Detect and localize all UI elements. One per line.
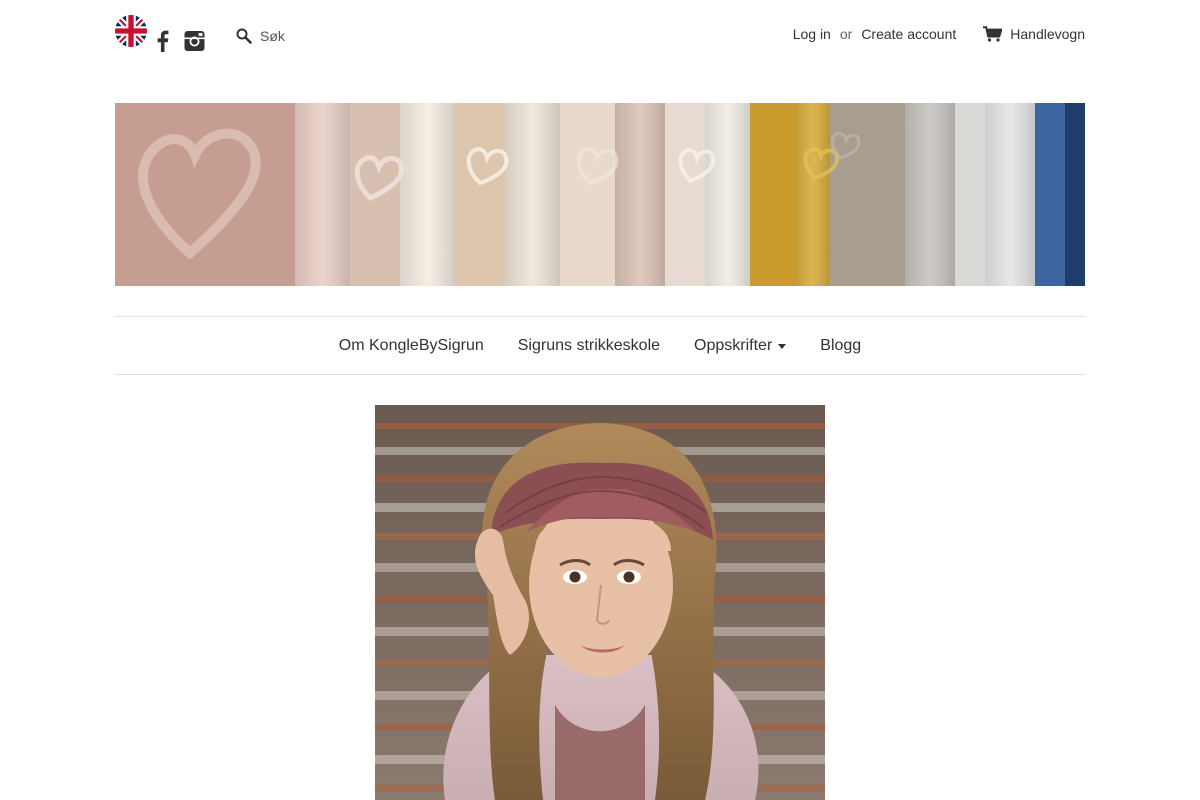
account-links: Log in or Create account Handlevogn bbox=[793, 26, 1085, 42]
nav-item-om-konglebysigrun[interactable]: Om KongleBySigrun bbox=[322, 337, 501, 355]
nav-item-strikkeskole[interactable]: Sigruns strikkeskole bbox=[501, 337, 677, 355]
nav-item-oppskrifter[interactable]: Oppskrifter bbox=[677, 337, 803, 355]
search-input[interactable] bbox=[260, 28, 460, 44]
create-account-link[interactable]: Create account bbox=[861, 26, 956, 42]
search-form bbox=[236, 25, 460, 47]
nav-item-label: Sigruns strikkeskole bbox=[517, 336, 661, 354]
knitted-hearts-banner bbox=[115, 103, 1085, 286]
headband-photo[interactable] bbox=[375, 405, 825, 800]
page: Log in or Create account Handlevogn bbox=[115, 0, 1085, 800]
login-link[interactable]: Log in bbox=[793, 26, 831, 42]
chevron-down-icon bbox=[778, 344, 787, 349]
uk-flag-icon[interactable] bbox=[115, 15, 147, 47]
cart-link[interactable]: Handlevogn bbox=[983, 26, 1085, 42]
or-separator: or bbox=[839, 26, 853, 42]
nav-item-blogg[interactable]: Blogg bbox=[803, 337, 878, 355]
facebook-icon[interactable] bbox=[154, 30, 170, 52]
search-icon[interactable] bbox=[236, 28, 252, 44]
cart-icon bbox=[983, 26, 1003, 42]
header: Log in or Create account Handlevogn bbox=[115, 0, 1085, 103]
main-navigation: Om KongleBySigrun Sigruns strikkeskole O… bbox=[115, 316, 1085, 375]
cart-label: Handlevogn bbox=[1010, 26, 1085, 42]
nav-item-label: Om KongleBySigrun bbox=[338, 336, 484, 354]
instagram-icon[interactable] bbox=[184, 30, 205, 52]
nav-item-label: Oppskrifter bbox=[694, 336, 773, 354]
nav-item-label: Blogg bbox=[820, 336, 862, 354]
